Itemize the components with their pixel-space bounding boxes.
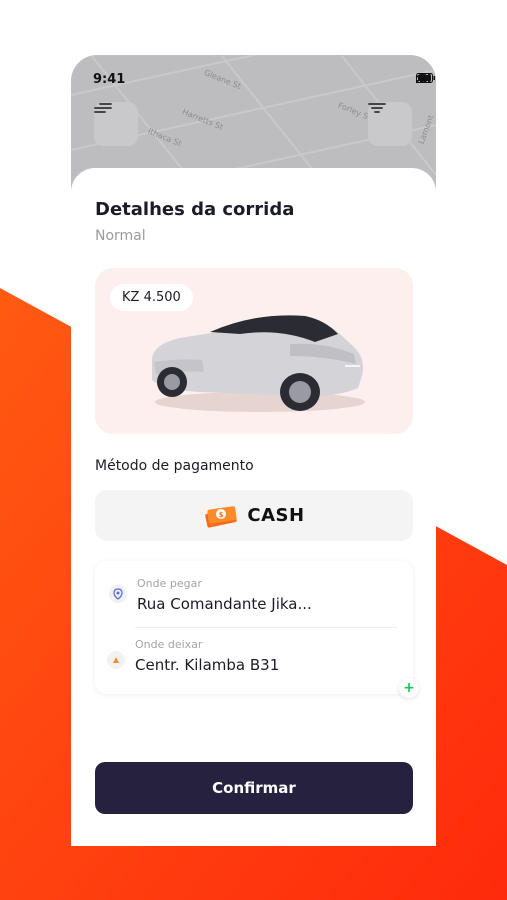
pickup-value: Rua Comandante Jika... bbox=[137, 595, 312, 613]
filter-button[interactable] bbox=[368, 102, 412, 146]
svg-text:$: $ bbox=[219, 511, 224, 519]
page-title: Detalhes da corrida bbox=[95, 199, 295, 220]
cash-icon: $ bbox=[205, 505, 238, 528]
menu-icon bbox=[94, 103, 112, 113]
dropoff-value: Centr. Kilamba B31 bbox=[135, 656, 280, 674]
ride-details-sheet: Detalhes da corrida Normal KZ 4.500 Méto… bbox=[71, 168, 436, 846]
phone-screen: Gleane St Harretts St Ithaca St Forley S… bbox=[71, 55, 436, 846]
add-stop-button[interactable]: + bbox=[399, 678, 419, 698]
pickup-caption: Onde pegar bbox=[137, 577, 202, 590]
route-card: Onde pegar Rua Comandante Jika... Onde d… bbox=[95, 561, 419, 698]
battery-icon bbox=[416, 73, 435, 83]
divider bbox=[135, 627, 397, 628]
ride-type: Normal bbox=[95, 228, 146, 244]
filter-icon bbox=[368, 103, 386, 113]
destination-icon bbox=[107, 651, 125, 669]
vehicle-card: KZ 4.500 bbox=[95, 268, 413, 434]
menu-button[interactable] bbox=[94, 102, 138, 146]
car-image bbox=[152, 315, 365, 412]
payment-section-label: Método de pagamento bbox=[95, 458, 254, 474]
confirm-button[interactable]: Confirmar bbox=[95, 762, 413, 814]
dropoff-caption: Onde deixar bbox=[135, 638, 203, 651]
payment-method-label: CASH bbox=[247, 505, 305, 526]
location-pin-icon bbox=[109, 585, 127, 603]
status-time: 9:41 bbox=[93, 72, 126, 87]
payment-method-button[interactable]: $ CASH bbox=[95, 490, 413, 541]
price-badge: KZ 4.500 bbox=[110, 284, 193, 311]
